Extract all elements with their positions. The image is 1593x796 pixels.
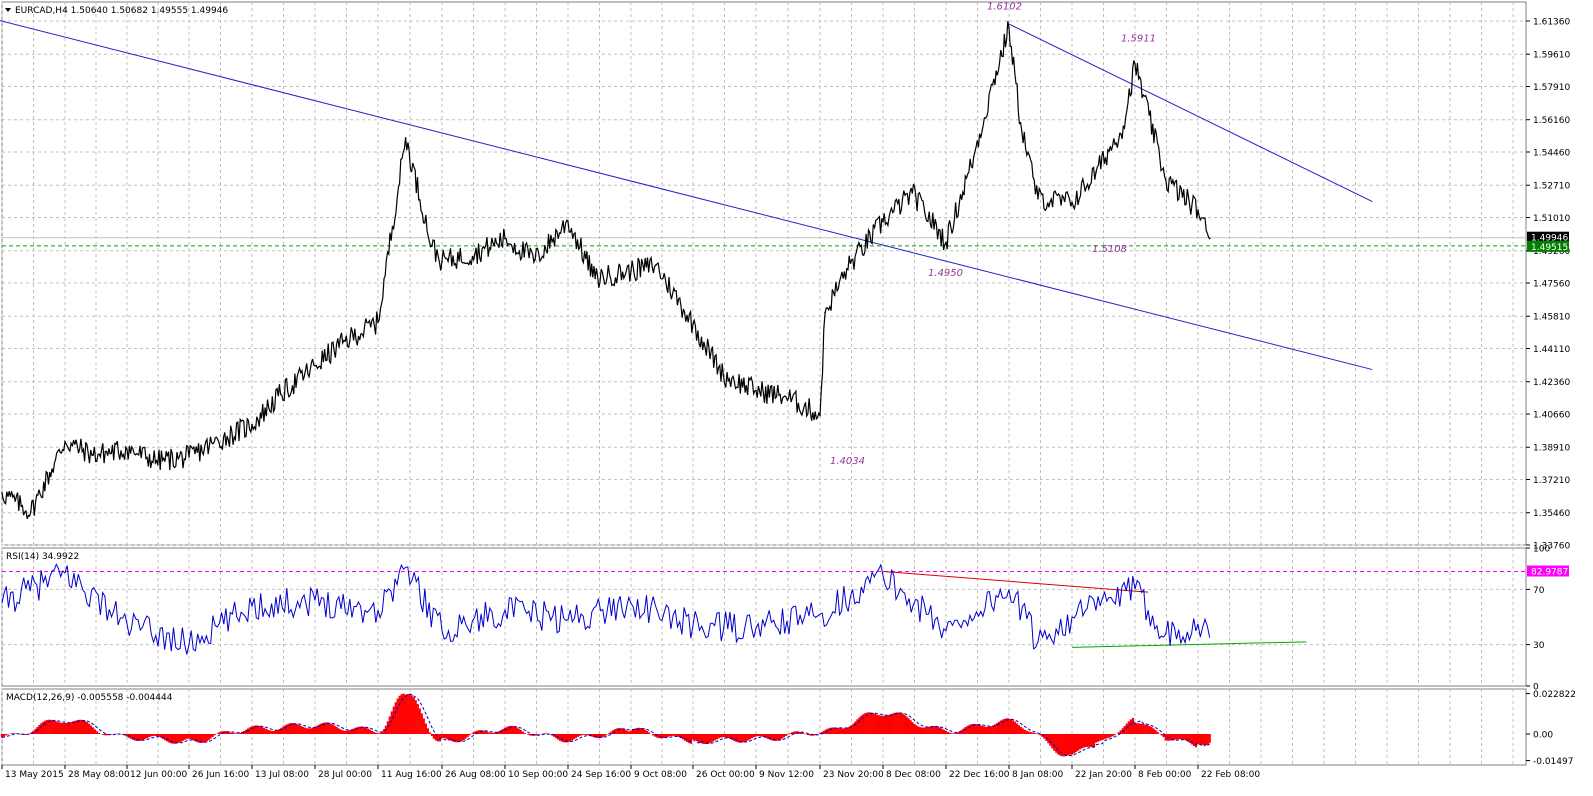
price-point <box>64 440 66 443</box>
x-tick-label: 13 Jul 08:00 <box>255 770 309 780</box>
price-point <box>722 374 725 377</box>
price-point <box>567 220 569 223</box>
chart-root: 1.6102 1.5911 1.5108 1.4950 1.4034 1.61360 1.… <box>0 0 1593 796</box>
x-tick-label: 28 Jul 00:00 <box>318 770 372 780</box>
x-tick-label: 9 Nov 12:00 <box>759 770 814 780</box>
x-tick-label: 9 Oct 08:00 <box>634 770 687 780</box>
x-tick-label: 22 Jan 20:00 <box>1075 770 1132 780</box>
price-point <box>911 192 914 194</box>
y-tick-label: 1.54460 <box>1533 148 1570 158</box>
price-point <box>441 260 443 263</box>
x-tick-label: 26 Oct 00:00 <box>696 770 755 780</box>
x-tick-label: 13 May 2015 <box>5 770 64 780</box>
y-tick-label: 1.61360 <box>1533 17 1570 27</box>
price-annotation: 1.6102 <box>987 1 1022 12</box>
price-point <box>755 389 757 392</box>
macd-y-tick-label: 0.022822 <box>1533 690 1576 700</box>
x-tick-label: 26 Jun 16:00 <box>192 770 249 780</box>
y-tick-label: 1.56160 <box>1533 116 1570 126</box>
price-point <box>1095 171 1097 173</box>
price-point <box>279 393 282 396</box>
x-tick-label: 28 May 08:00 <box>68 770 130 780</box>
price-point <box>692 323 694 325</box>
price-point <box>1122 125 1125 128</box>
rsi-panel-title: RSI(14) 34.9922 <box>6 552 79 562</box>
macd-y-tick-label: -0.01497 <box>1533 757 1573 767</box>
y-tick-label: 1.52710 <box>1533 182 1570 192</box>
y-tick-label: 1.44110 <box>1533 345 1570 355</box>
price-point <box>882 220 884 223</box>
price-point <box>1197 209 1199 211</box>
price-point <box>1019 121 1022 124</box>
price-point <box>155 459 158 462</box>
price-point <box>1134 63 1136 65</box>
y-tick-label: 1.37210 <box>1533 476 1570 486</box>
x-tick-label: 11 Aug 16:00 <box>381 770 442 780</box>
x-tick-label: 23 Nov 20:00 <box>823 770 884 780</box>
y-tick-label: 1.42360 <box>1533 378 1570 388</box>
main-panel-title: EURCAD,H4 1.50640 1.50682 1.49555 1.4994… <box>15 6 228 16</box>
price-point <box>991 83 994 86</box>
rsi-y-tick-label: 70 <box>1533 586 1545 596</box>
price-point <box>534 258 536 261</box>
x-tick-label: 22 Feb 08:00 <box>1201 770 1260 780</box>
x-tick-label: 8 Feb 00:00 <box>1138 770 1192 780</box>
price-point <box>845 268 848 270</box>
macd-y-tick-label: 0.00 <box>1533 730 1553 740</box>
price-annotation: 1.4950 <box>928 268 963 279</box>
price-point <box>1 492 3 494</box>
x-tick-label: 22 Dec 16:00 <box>949 770 1010 780</box>
price-point <box>377 321 379 323</box>
y-tick-label: 1.47560 <box>1533 279 1570 289</box>
price-point <box>474 252 476 255</box>
price-annotation: 1.5108 <box>1092 244 1127 255</box>
price-point <box>504 237 506 240</box>
x-tick-label: 24 Sep 16:00 <box>571 770 631 780</box>
y-tick-label: 1.59610 <box>1533 51 1570 61</box>
price-point <box>126 448 128 451</box>
y-tick-label: 1.38910 <box>1533 444 1570 454</box>
price-point <box>824 311 826 314</box>
price-point <box>972 156 975 158</box>
price-point <box>314 364 316 367</box>
price-point <box>1164 178 1167 181</box>
price-point <box>29 511 32 513</box>
price-point <box>630 270 632 272</box>
price-point <box>212 442 214 445</box>
x-tick-label: 12 Jun 00:00 <box>130 770 187 780</box>
price-point <box>188 456 190 458</box>
rsi-y-tick-label: 30 <box>1533 641 1545 651</box>
y-tick-label: 1.40660 <box>1533 410 1570 420</box>
price-point <box>655 264 657 266</box>
price-point <box>344 340 346 342</box>
rsi-y-tick-label: 100 <box>1533 545 1550 555</box>
rsi-level-label: 82.9787 <box>1531 567 1568 577</box>
level-price-label: 1.49515 <box>1531 243 1568 253</box>
price-point <box>92 454 94 456</box>
x-tick-label: 8 Jan 08:00 <box>1012 770 1064 780</box>
price-point <box>404 137 407 139</box>
price-point <box>1208 237 1211 240</box>
price-point <box>431 245 433 247</box>
price-point <box>945 241 947 244</box>
x-tick-label: 26 Aug 08:00 <box>445 770 506 780</box>
price-point <box>594 277 597 280</box>
price-point <box>784 395 786 397</box>
y-tick-label: 1.35460 <box>1533 509 1570 519</box>
price-annotation: 1.4034 <box>830 456 865 467</box>
price-point <box>1037 197 1039 200</box>
y-tick-label: 1.51010 <box>1533 214 1570 224</box>
y-tick-label: 1.45810 <box>1533 313 1570 323</box>
price-point <box>251 423 253 426</box>
y-tick-label: 1.57910 <box>1533 83 1570 93</box>
macd-panel-title: MACD(12,26,9) -0.005558 -0.004444 <box>6 693 173 703</box>
price-point <box>819 414 821 416</box>
price-point <box>1071 201 1073 204</box>
price-point <box>1008 27 1010 29</box>
x-tick-label: 10 Sep 00:00 <box>508 770 568 780</box>
x-tick-label: 8 Dec 08:00 <box>886 770 941 780</box>
price-annotation: 1.5911 <box>1121 34 1156 45</box>
